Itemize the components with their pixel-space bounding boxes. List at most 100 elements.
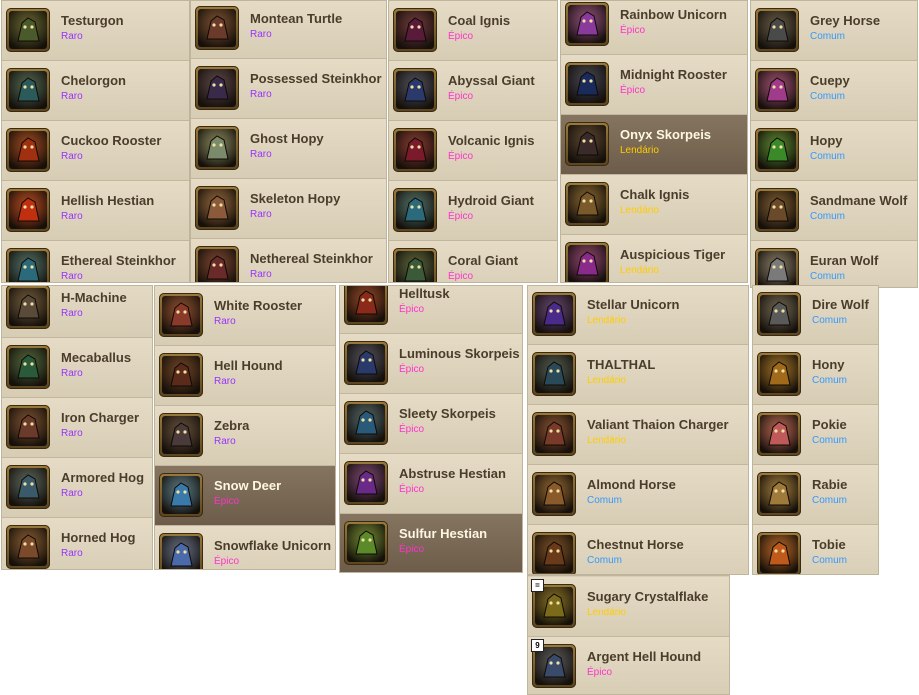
mount-rarity: Comum <box>587 555 623 566</box>
mount-name: Euran Wolf <box>810 253 879 268</box>
mount-name: Horned Hog <box>61 530 136 545</box>
mount-rarity: Épico <box>399 484 425 495</box>
mount-list-item[interactable]: Coal Ignis Épico <box>389 1 557 61</box>
mount-list-item[interactable]: Chestnut Horse Comum <box>528 525 748 574</box>
mount-list-item[interactable]: 9 Argent Hell Hound Épico <box>528 637 729 694</box>
mount-rarity: Épico <box>214 496 240 507</box>
mount-name: Possessed Steinkhor <box>250 71 382 86</box>
mount-name: Midnight Rooster <box>620 67 727 82</box>
hog-portrait-icon <box>6 525 50 569</box>
mount-list-item[interactable]: Mecaballus Raro <box>2 338 152 398</box>
mount-list-item[interactable]: Midnight Rooster Épico <box>561 55 747 115</box>
mount-name: Almond Horse <box>587 477 676 492</box>
mount-rarity: Comum <box>587 495 623 506</box>
mount-list-item[interactable]: THALTHAL Lendário <box>528 345 748 405</box>
mount-rarity: Épico <box>399 424 425 435</box>
mount-list-item[interactable]: Stellar Unicorn Lendário <box>528 286 748 345</box>
mount-list-item[interactable]: Coral Giant Épico <box>389 241 557 282</box>
mount-list-item[interactable]: Skeleton Hopy Raro <box>191 179 386 239</box>
mount-list-item[interactable]: Dire Wolf Comum <box>753 286 878 345</box>
mount-list-item[interactable]: Snowflake Unicorn Épico <box>155 526 335 569</box>
mount-name: Zebra <box>214 418 250 433</box>
mount-list-item[interactable]: Almond Horse Comum <box>528 465 748 525</box>
mount-list-item[interactable]: Chelorgon Raro <box>2 61 189 121</box>
mount-list-item[interactable]: Hell Hound Raro <box>155 346 335 406</box>
mount-list-item[interactable]: White Rooster Raro <box>155 286 335 346</box>
mount-list-item[interactable]: Auspicious Tiger Lendário <box>561 235 747 282</box>
mount-list-item[interactable]: Tobie Comum <box>753 525 878 574</box>
mount-list-item[interactable]: Abstruse Hestian Épico <box>340 454 522 514</box>
mount-list-item[interactable]: Hony Comum <box>753 345 878 405</box>
mount-list-item[interactable]: Iron Charger Raro <box>2 398 152 458</box>
mount-list-item[interactable]: Volcanic Ignis Épico <box>389 121 557 181</box>
mount-list-item[interactable]: Ethereal Steinkhor Raro <box>2 241 189 282</box>
wolf-portrait-icon <box>757 292 801 336</box>
mount-name: Volcanic Ignis <box>448 133 535 148</box>
hopy-portrait-icon <box>755 128 799 172</box>
mount-rarity: Lendário <box>587 607 626 618</box>
mount-rarity: Comum <box>812 435 848 446</box>
mount-rarity: Épico <box>448 91 474 102</box>
mount-rarity: Raro <box>61 91 83 102</box>
mount-name: Sugary Crystalflake <box>587 589 709 604</box>
mount-list-item[interactable]: Grey Horse Comum <box>751 1 917 61</box>
mount-name: Armored Hog <box>61 470 145 485</box>
hopy-portrait-icon <box>195 126 239 170</box>
turtle-portrait-icon <box>195 6 239 50</box>
skorpeis-portrait-icon <box>565 122 609 166</box>
mount-name: Tobie <box>812 537 846 552</box>
mount-name: Ghost Hopy <box>250 131 324 146</box>
mount-list-item[interactable]: Testurgon Raro <box>2 1 189 61</box>
mount-list-item[interactable]: Possessed Steinkhor Raro <box>191 59 386 119</box>
mount-name: Hellish Hestian <box>61 193 155 208</box>
hog-portrait-icon <box>6 465 50 509</box>
mount-list-item[interactable]: Nethereal Steinkhor Raro <box>191 239 386 282</box>
mount-rarity: Raro <box>61 368 83 379</box>
mount-name: Coral Giant <box>448 253 519 268</box>
mount-rarity: Raro <box>61 271 83 282</box>
mount-rarity: Raro <box>214 436 236 447</box>
mount-list-panel: = Sugary Crystalflake Lendário 9 Argent Hel… <box>527 575 730 695</box>
giant-portrait-icon <box>393 68 437 112</box>
mount-list-item[interactable]: H-Machine Raro <box>2 286 152 338</box>
mount-list-item[interactable]: Cuckoo Rooster Raro <box>2 121 189 181</box>
mount-rarity: Épico <box>399 544 425 555</box>
unicorn-portrait-icon <box>532 292 576 336</box>
mount-list-item[interactable]: Horned Hog Raro <box>2 518 152 569</box>
mount-list-item[interactable]: = Sugary Crystalflake Lendário <box>528 577 729 637</box>
mount-list-item[interactable]: Luminous Skorpeis Épico <box>340 334 522 394</box>
mount-list-item[interactable]: Rainbow Unicorn Épico <box>561 1 747 55</box>
mount-list-item[interactable]: Snow Deer Épico <box>155 466 335 526</box>
mount-list-item[interactable]: Hopy Comum <box>751 121 917 181</box>
mount-list-item[interactable]: Chalk Ignis Lendário <box>561 175 747 235</box>
mount-list-item[interactable]: Abyssal Giant Épico <box>389 61 557 121</box>
mount-list-item[interactable]: Sulfur Hestian Épico <box>340 514 522 572</box>
mount-list-item[interactable]: Zebra Raro <box>155 406 335 466</box>
mount-rarity: Épico <box>448 211 474 222</box>
mount-list-item[interactable]: Sleety Skorpeis Épico <box>340 394 522 454</box>
mount-list-item[interactable]: Armored Hog Raro <box>2 458 152 518</box>
charger-portrait-icon <box>532 412 576 456</box>
mount-list-item[interactable]: Onyx Skorpeis Lendário <box>561 115 747 175</box>
mount-list-item[interactable]: Hellish Hestian Raro <box>2 181 189 241</box>
mount-list-item[interactable]: Montean Turtle Raro <box>191 1 386 59</box>
mount-list-item[interactable]: Sandmane Wolf Comum <box>751 181 917 241</box>
mount-list-item[interactable]: Valiant Thaion Charger Lendário <box>528 405 748 465</box>
mount-name: Argent Hell Hound <box>587 649 702 664</box>
mount-list-item[interactable]: Rabie Comum <box>753 465 878 525</box>
mount-rarity: Raro <box>250 269 272 280</box>
mount-rarity: Épico <box>399 304 425 315</box>
rooster-portrait-icon <box>159 293 203 337</box>
mount-list-item[interactable]: Ghost Hopy Raro <box>191 119 386 179</box>
mount-name: Onyx Skorpeis <box>620 127 712 142</box>
mount-list-item[interactable]: Helltusk Épico <box>340 286 522 334</box>
horse-portrait-icon <box>532 532 576 574</box>
mount-list-item[interactable]: Cuepy Comum <box>751 61 917 121</box>
mount-rarity: Comum <box>810 271 846 282</box>
mount-list-item[interactable]: Euran Wolf Comum <box>751 241 917 287</box>
charger-portrait-icon <box>6 405 50 449</box>
mount-rarity: Raro <box>61 211 83 222</box>
mount-list-item[interactable]: Pokie Comum <box>753 405 878 465</box>
mount-list-item[interactable]: Hydroid Giant Épico <box>389 181 557 241</box>
mount-rarity: Raro <box>61 488 83 499</box>
